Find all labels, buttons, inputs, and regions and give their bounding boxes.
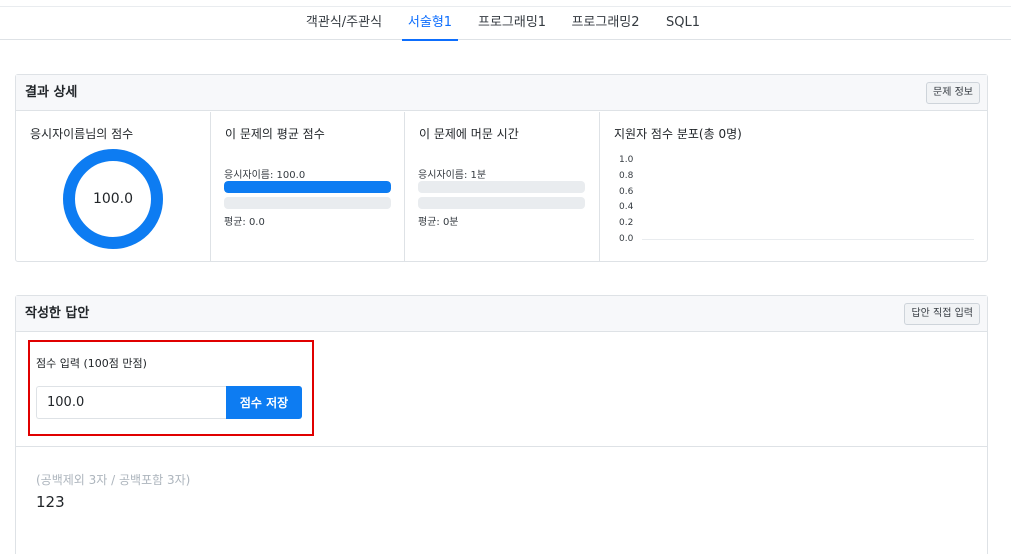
x-axis-line (642, 239, 974, 240)
score-distribution-title: 지원자 점수 분포(총 0명) (614, 127, 742, 141)
average-score-label: 평균: 0.0 (224, 217, 265, 228)
average-time-label: 평균: 0분 (418, 217, 459, 228)
save-score-button[interactable]: 점수 저장 (226, 386, 302, 419)
y-tick-0-0: 0.0 (619, 234, 634, 244)
average-score-bar (224, 197, 391, 209)
score-panel-title: 응시자이름님의 점수 (30, 127, 134, 141)
answer-card-title: 작성한 답안 (25, 306, 90, 321)
average-score-panel: 이 문제의 평균 점수 응시자이름: 100.0 평균: 0.0 (211, 112, 405, 261)
result-card-title: 결과 상세 (25, 85, 78, 100)
score-input-label: 점수 입력 (100점 만점) (36, 357, 147, 370)
tab-programming-2[interactable]: 프로그래밍2 (571, 7, 640, 40)
tab-sql-1[interactable]: SQL1 (666, 7, 700, 40)
question-info-button[interactable]: 문제 정보 (926, 82, 980, 104)
y-tick-0-4: 0.4 (619, 202, 634, 212)
tab-essay-1[interactable]: 서술형1 (402, 7, 458, 41)
answer-card-header: 작성한 답안 답안 직접 입력 (16, 296, 987, 332)
direct-input-button[interactable]: 답안 직접 입력 (904, 303, 980, 325)
y-tick-0-6: 0.6 (619, 187, 634, 197)
answer-divider (16, 446, 987, 447)
score-value: 100.0 (92, 191, 134, 207)
y-tick-0-2: 0.2 (619, 218, 634, 228)
candidate-score-bar-fill (224, 181, 391, 193)
y-tick-0-8: 0.8 (619, 171, 634, 181)
tab-programming-1[interactable]: 프로그래밍1 (478, 7, 546, 40)
result-detail-card: 결과 상세 문제 정보 응시자이름님의 점수 100.0 이 문제의 평균 점수… (15, 74, 988, 262)
candidate-score-label: 응시자이름: 100.0 (224, 170, 306, 181)
character-count: (공백제외 3자 / 공백포함 3자) (36, 473, 191, 487)
candidate-time-label: 응시자이름: 1분 (418, 170, 487, 181)
answer-text: 123 (36, 493, 65, 511)
written-answer-card: 작성한 답안 답안 직접 입력 점수 입력 (100점 만점) 점수 저장 (공… (15, 295, 988, 554)
candidate-time-bar (418, 181, 585, 193)
score-distribution-panel: 지원자 점수 분포(총 0명) 1.0 0.8 0.6 0.4 0.2 0.0 (600, 112, 987, 261)
score-panel: 응시자이름님의 점수 100.0 (16, 112, 211, 261)
result-card-header: 결과 상세 문제 정보 (16, 75, 987, 111)
average-score-title: 이 문제의 평균 점수 (225, 127, 325, 141)
candidate-score-bar (224, 181, 391, 193)
tab-multiple-choice[interactable]: 객관식/주관식 (305, 7, 383, 40)
average-time-bar (418, 197, 585, 209)
time-spent-title: 이 문제에 머문 시간 (419, 127, 519, 141)
time-spent-panel: 이 문제에 머문 시간 응시자이름: 1분 평균: 0분 (405, 112, 600, 261)
question-tabs: 객관식/주관식 서술형1 프로그래밍1 프로그래밍2 SQL1 (0, 7, 1011, 41)
y-tick-1-0: 1.0 (619, 155, 634, 165)
score-donut-chart: 100.0 (63, 149, 163, 249)
score-input[interactable] (36, 386, 227, 419)
